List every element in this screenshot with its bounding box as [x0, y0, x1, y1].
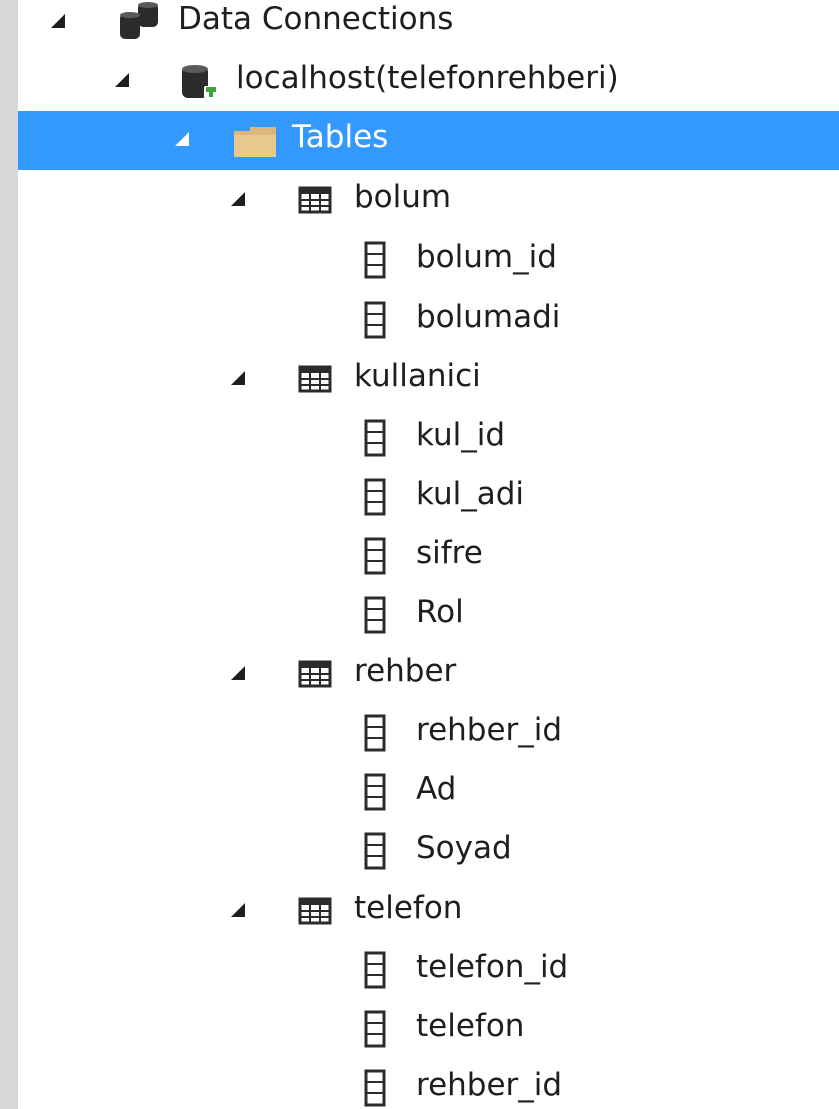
tree-node-table[interactable]: telefon	[18, 882, 839, 941]
column-icon	[364, 301, 386, 339]
column-icon	[364, 596, 386, 634]
expanded-arrow-icon[interactable]	[228, 899, 250, 921]
column-icon	[364, 714, 386, 752]
tree-node-label: Data Connections	[178, 1, 454, 37]
server-explorer-tree: Data Connections localhost(telefonrehber…	[18, 0, 839, 1109]
tree-node-label: telefon_id	[416, 949, 569, 985]
tree-node-label: kul_id	[416, 417, 506, 453]
column-icon	[364, 537, 386, 575]
tree-node-label: Rol	[416, 594, 464, 630]
expanded-arrow-icon[interactable]	[228, 662, 250, 684]
tree-node-label: rehber_id	[416, 1067, 563, 1103]
tree-node-data-connections[interactable]: Data Connections	[18, 0, 839, 52]
folder-icon	[234, 127, 276, 157]
tree-node-table[interactable]: kullanici	[18, 350, 839, 409]
column-icon	[364, 1010, 386, 1048]
column-icon	[364, 1069, 386, 1107]
tree-node-column[interactable]: kul_adi	[18, 468, 839, 527]
expanded-arrow-icon[interactable]	[172, 128, 194, 150]
tree-node-column[interactable]: rehber_id	[18, 1059, 839, 1109]
column-icon	[364, 419, 386, 457]
tree-node-connection[interactable]: localhost(telefonrehberi)	[18, 52, 839, 111]
tree-node-label: Soyad	[416, 830, 512, 866]
tree-node-column[interactable]: telefon	[18, 1000, 839, 1059]
table-icon	[298, 186, 332, 214]
expanded-arrow-icon[interactable]	[48, 10, 70, 32]
database-connections-icon	[120, 2, 158, 39]
column-icon	[364, 241, 386, 279]
tree-node-tables-folder[interactable]: Tables	[18, 111, 839, 170]
tree-node-label: Tables	[292, 119, 389, 155]
tree-node-label: sifre	[416, 535, 483, 571]
tree-node-label: kullanici	[354, 358, 481, 394]
tree-node-column[interactable]: Rol	[18, 586, 839, 645]
tree-node-column[interactable]: kul_id	[18, 409, 839, 468]
tree-node-label: bolumadi	[416, 299, 561, 335]
tree-node-label: rehber	[354, 653, 457, 689]
expanded-arrow-icon[interactable]	[112, 69, 134, 91]
tree-node-column[interactable]: telefon_id	[18, 941, 839, 1000]
tree-node-label: localhost(telefonrehberi)	[236, 60, 619, 96]
tree-node-label: telefon	[354, 890, 463, 926]
tree-node-label: telefon	[416, 1008, 525, 1044]
tree-node-label: Ad	[416, 771, 457, 807]
column-icon	[364, 478, 386, 516]
table-icon	[298, 365, 332, 393]
column-icon	[364, 832, 386, 870]
tree-node-column[interactable]: sifre	[18, 527, 839, 586]
tree-node-label: bolum	[354, 179, 452, 215]
tree-node-label: rehber_id	[416, 712, 563, 748]
tree-node-column[interactable]: bolum_id	[18, 231, 839, 290]
database-connection-icon	[182, 65, 218, 98]
column-icon	[364, 951, 386, 989]
tree-node-column[interactable]: Ad	[18, 763, 839, 822]
column-icon	[364, 773, 386, 811]
table-icon	[298, 660, 332, 688]
table-icon	[298, 897, 332, 925]
expanded-arrow-icon[interactable]	[228, 367, 250, 389]
tree-node-table[interactable]: rehber	[18, 645, 839, 704]
tree-node-table[interactable]: bolum	[18, 171, 839, 230]
expanded-arrow-icon[interactable]	[228, 188, 250, 210]
tree-node-label: kul_adi	[416, 476, 525, 512]
tree-node-label: bolum_id	[416, 239, 557, 275]
tree-node-column[interactable]: Soyad	[18, 822, 839, 881]
tree-node-column[interactable]: bolumadi	[18, 291, 839, 350]
tree-node-column[interactable]: rehber_id	[18, 704, 839, 763]
